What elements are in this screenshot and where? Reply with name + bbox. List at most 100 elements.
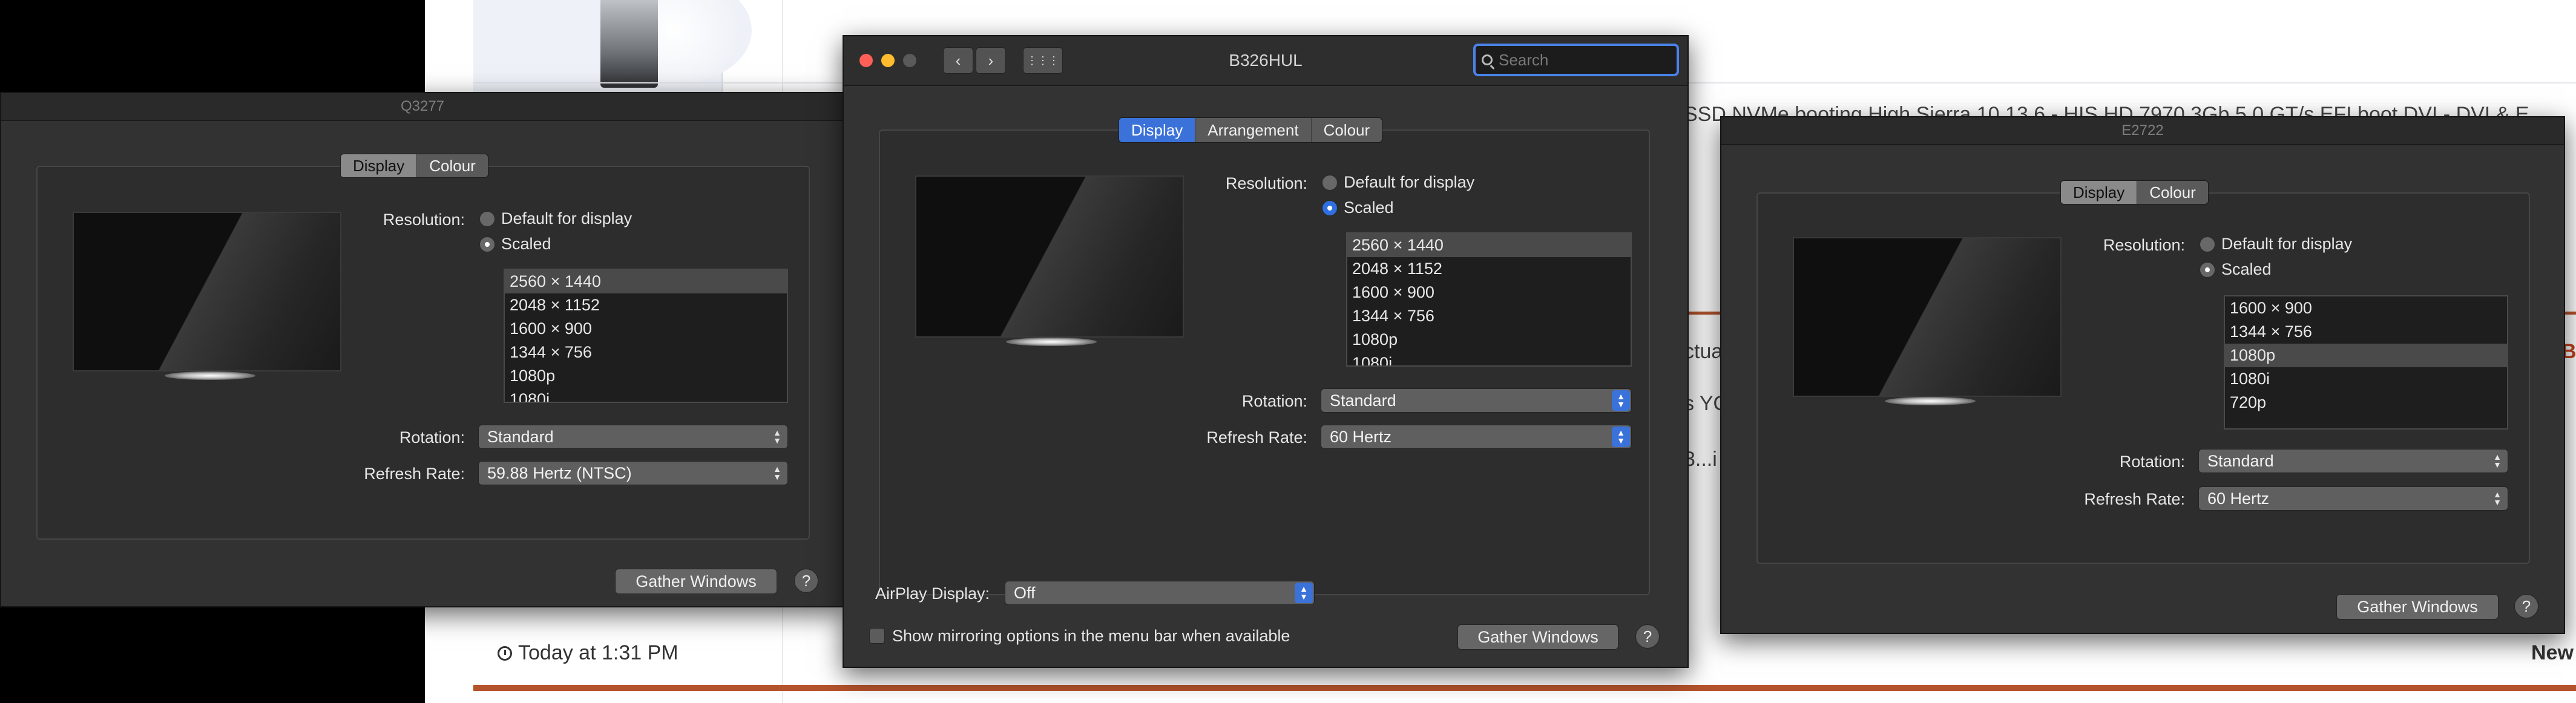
resolution-item[interactable]: 1080i — [505, 388, 787, 402]
resolution-list[interactable]: 1600 × 900 1344 × 756 1080p 1080i 720p — [2224, 295, 2508, 430]
display-sheen — [1794, 238, 2060, 396]
search-field[interactable] — [1473, 44, 1679, 76]
resolution-item[interactable]: 1600 × 900 — [1347, 281, 1631, 304]
resolution-item[interactable]: 2560 × 1440 — [505, 270, 787, 293]
display-stand — [165, 371, 255, 380]
radio-button-selected[interactable] — [1322, 200, 1338, 216]
resolution-item[interactable]: 1344 × 756 — [1347, 304, 1631, 328]
radio-button[interactable] — [479, 211, 495, 227]
refresh-rate-select[interactable]: 60 Hertz ▲ ▼ — [2198, 486, 2508, 511]
window-titlebar[interactable]: Q3277 — [1, 93, 844, 121]
refresh-rate-select[interactable]: 59.88 Hertz (NTSC) ▲ ▼ — [478, 461, 788, 485]
post-separator — [473, 685, 2576, 691]
rotation-value: Standard — [1330, 391, 1396, 410]
search-input[interactable] — [1497, 50, 1669, 70]
display-sheen — [74, 213, 340, 370]
chevron-updown-icon: ▲ ▼ — [1612, 427, 1630, 447]
tab-arrangement[interactable]: Arrangement — [1195, 118, 1310, 142]
search-icon — [1482, 54, 1493, 65]
option-scaled[interactable]: Scaled — [1322, 198, 1394, 217]
post-text-fragment: ctua — [1684, 340, 1723, 363]
option-label: Scaled — [1344, 198, 1394, 217]
option-default-for-display[interactable]: Default for display — [2200, 235, 2352, 253]
rotation-value: Standard — [2207, 451, 2274, 470]
display-window-b326hul: ‹ › ⋮⋮⋮ B326HUL Display Arrangement Colo… — [843, 35, 1689, 668]
display-preview — [1793, 237, 2062, 397]
chevron-updown-icon: ▲ ▼ — [2493, 452, 2502, 469]
tab-bar: Display Colour — [2060, 180, 2209, 204]
display-window-q3277: Q3277 Display Colour Resolution: Default… — [0, 92, 845, 607]
tab-colour[interactable]: Colour — [416, 154, 488, 177]
radio-button[interactable] — [1322, 174, 1338, 191]
post-link-fragment[interactable]: 3...i — [1684, 448, 1717, 471]
airplay-display-label: AirPlay Display: — [875, 584, 990, 603]
airplay-display-value: Off — [1014, 583, 1036, 602]
resolution-item[interactable]: 1080p — [2225, 344, 2507, 367]
tab-display[interactable]: Display — [341, 154, 417, 177]
resolution-item[interactable]: 1080i — [2225, 367, 2507, 391]
display-sheen — [916, 177, 1183, 336]
display-window-e2722: E2722 Display Colour Resolution: Default… — [1720, 116, 2565, 634]
tab-bar: Display Colour — [340, 154, 488, 178]
tab-colour[interactable]: Colour — [1310, 118, 1382, 142]
refresh-rate-value: 60 Hertz — [1330, 427, 1392, 446]
resolution-list[interactable]: 2560 × 1440 2048 × 1152 1600 × 900 1344 … — [1346, 232, 1632, 367]
resolution-item[interactable]: 2560 × 1440 — [1347, 234, 1631, 257]
window-titlebar[interactable]: E2722 — [1721, 117, 2564, 145]
window-titlebar[interactable]: ‹ › ⋮⋮⋮ B326HUL — [844, 36, 1687, 86]
refresh-rate-label: Refresh Rate: — [364, 465, 465, 483]
chevron-updown-icon: ▲ ▼ — [773, 428, 781, 445]
resolution-item[interactable]: 2048 × 1152 — [1347, 257, 1631, 281]
chevron-updown-icon: ▲ ▼ — [773, 464, 781, 482]
rotation-value: Standard — [487, 427, 554, 446]
refresh-rate-label: Refresh Rate: — [1206, 428, 1307, 446]
help-button[interactable]: ? — [794, 569, 818, 593]
mirroring-options-label[interactable]: Show mirroring options in the menu bar w… — [892, 627, 1290, 646]
gather-windows-button[interactable]: Gather Windows — [615, 569, 777, 594]
resolution-list[interactable]: 2560 × 1440 2048 × 1152 1600 × 900 1344 … — [504, 269, 788, 403]
refresh-rate-select[interactable]: 60 Hertz ▲ ▼ — [1321, 425, 1632, 449]
option-default-for-display[interactable]: Default for display — [479, 209, 632, 228]
airplay-display-select[interactable]: Off ▲ ▼ — [1005, 581, 1315, 605]
chevron-updown-icon: ▲ ▼ — [2493, 489, 2502, 507]
display-stand — [1006, 338, 1097, 346]
chevron-updown-icon: ▲ ▼ — [1612, 390, 1630, 411]
rotation-label: Rotation: — [2119, 453, 2185, 471]
tab-bar: Display Arrangement Colour — [1119, 117, 1383, 143]
resolution-item[interactable]: 1344 × 756 — [2225, 320, 2507, 344]
resolution-label: Resolution: — [1225, 174, 1307, 192]
refresh-rate-label: Refresh Rate: — [2084, 490, 2185, 508]
option-scaled[interactable]: Scaled — [2200, 260, 2272, 279]
radio-button-selected[interactable] — [479, 236, 495, 252]
resolution-item[interactable]: 2048 × 1152 — [505, 293, 787, 317]
radio-button-selected[interactable] — [2200, 261, 2215, 278]
option-scaled[interactable]: Scaled — [479, 235, 551, 253]
rotation-select[interactable]: Standard ▲ ▼ — [2198, 449, 2508, 473]
option-default-for-display[interactable]: Default for display — [1322, 173, 1474, 192]
tab-display[interactable]: Display — [2061, 181, 2137, 204]
resolution-item[interactable]: 1344 × 756 — [505, 341, 787, 364]
resolution-item[interactable]: 1600 × 900 — [505, 317, 787, 341]
gather-windows-button[interactable]: Gather Windows — [1457, 624, 1618, 650]
window-title: E2722 — [2121, 122, 2164, 139]
post-date-text: Today at 1:31 PM — [518, 641, 678, 664]
display-preview — [915, 175, 1184, 338]
resolution-item[interactable]: 1080p — [1347, 328, 1631, 352]
resolution-item[interactable]: 1080i — [1347, 352, 1631, 365]
resolution-label: Resolution: — [2103, 236, 2185, 254]
rotation-select[interactable]: Standard ▲ ▼ — [1321, 388, 1632, 413]
radio-button[interactable] — [2200, 236, 2215, 252]
display-preview — [73, 212, 341, 371]
tab-colour[interactable]: Colour — [2137, 181, 2208, 204]
resolution-item[interactable]: 1080p — [505, 364, 787, 388]
mirroring-options-checkbox[interactable] — [869, 628, 885, 644]
resolution-item[interactable]: 720p — [2225, 391, 2507, 414]
resolution-item[interactable]: 1600 × 900 — [2225, 296, 2507, 320]
help-button[interactable]: ? — [2514, 594, 2538, 618]
gather-windows-button[interactable]: Gather Windows — [2336, 594, 2499, 620]
tab-display[interactable]: Display — [1119, 118, 1195, 142]
post-date: Today at 1:31 PM — [498, 641, 678, 665]
rotation-select[interactable]: Standard ▲ ▼ — [478, 425, 788, 449]
option-label: Default for display — [501, 209, 632, 227]
help-button[interactable]: ? — [1635, 624, 1660, 649]
